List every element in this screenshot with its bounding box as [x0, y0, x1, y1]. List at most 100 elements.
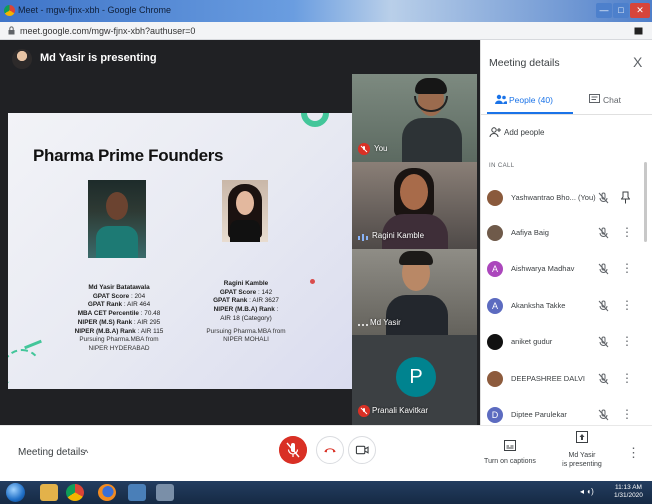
mic-off-icon[interactable] — [598, 192, 609, 204]
pursuing-text: Pursuing Pharma.MBA from — [79, 336, 159, 344]
list-item[interactable]: Yashwantrao Bho... (You) — [487, 188, 645, 212]
start-button[interactable] — [6, 483, 25, 502]
info-extra: AIR 18 (Category) — [220, 314, 272, 322]
people-icon — [495, 94, 507, 104]
more-options-icon[interactable]: ⋮ — [621, 299, 633, 313]
app-icon[interactable] — [128, 484, 146, 501]
founder-info-1: Md Yasir Batatawala GPAT Score : 204 GPA… — [60, 284, 178, 354]
tab-people[interactable]: People (40) — [495, 93, 565, 109]
window-title-bar: Meet - mgw-fjnx-xbh - Google Chrome — □ … — [0, 0, 652, 22]
participant-name: DEEPASHREE DALVI — [511, 374, 585, 383]
video-body — [386, 295, 448, 335]
chat-icon — [589, 94, 600, 103]
avatar — [487, 225, 503, 241]
avatar — [487, 334, 503, 350]
more-options-icon[interactable]: ⋮ — [621, 262, 633, 276]
address-bar[interactable]: meet.google.com/mgw-fjnx-xbh?authuser=0 — [0, 22, 652, 40]
founder-name: Ragini Kamble — [223, 280, 269, 287]
founder-photo-2 — [222, 180, 268, 242]
close-panel-button[interactable]: X — [633, 54, 642, 70]
section-heading: IN CALL — [489, 163, 515, 169]
more-options-icon[interactable]: ⋮ — [621, 335, 633, 349]
meeting-details-panel: Meeting details X People (40) Chat Add p… — [480, 40, 652, 425]
institute-text: NIPER HYDERABAD — [88, 344, 150, 352]
clock-date: 1/31/2020 — [614, 492, 643, 499]
list-item[interactable]: A Aishwarya Madhav ⋮ — [487, 259, 645, 283]
list-item[interactable]: aniket gudur ⋮ — [487, 332, 645, 356]
presenter-status: is presenting — [562, 461, 602, 468]
list-item[interactable]: Aafiya Baig ⋮ — [487, 223, 645, 247]
participant-tile-md-yasir[interactable]: Md Yasir — [352, 249, 477, 335]
clock[interactable]: 11:13 AM 1/31/2020 — [614, 484, 643, 500]
firefox-icon[interactable] — [98, 484, 116, 501]
meeting-details-button[interactable]: Meeting details — [18, 447, 85, 458]
mic-off-icon[interactable] — [598, 263, 609, 275]
institute-text: NIPER MOHALI — [223, 336, 269, 344]
decorative-circle — [301, 113, 329, 127]
app-icon[interactable] — [156, 484, 174, 501]
photo-face — [236, 191, 254, 215]
headset-shape — [414, 96, 448, 112]
hang-up-button[interactable] — [316, 436, 344, 464]
tab-chat[interactable]: Chat — [589, 93, 639, 109]
slide-title: Pharma Prime Founders — [33, 146, 224, 165]
mic-off-icon — [358, 143, 370, 155]
participant-tile-you[interactable]: You — [352, 74, 477, 162]
photo-suit — [230, 220, 260, 242]
participant-tile-ragini[interactable]: Ragini Kamble — [352, 162, 477, 249]
file-explorer-icon[interactable] — [40, 484, 58, 501]
tile-label: Md Yasir — [370, 318, 401, 327]
more-options-icon[interactable]: ⋮ — [621, 226, 633, 240]
mic-off-icon[interactable] — [598, 409, 609, 421]
info-label: GPAT Score — [219, 288, 257, 296]
tab-people-label: People (40) — [509, 95, 553, 105]
participant-name: Yashwantrao Bho... (You) — [511, 193, 596, 202]
info-value: : AIR 464 — [123, 301, 151, 309]
avatar — [487, 190, 503, 206]
info-label: NIPER (M.S) Rank — [77, 318, 133, 326]
info-value: : 204 — [130, 292, 146, 300]
minimize-button[interactable]: — — [596, 3, 612, 18]
captions-button[interactable]: Turn on captions — [480, 440, 540, 474]
microphone-toggle-button[interactable] — [279, 436, 307, 464]
list-item[interactable]: A Akanksha Takke ⋮ — [487, 296, 645, 320]
participant-name: Aafiya Baig — [511, 228, 549, 237]
founder-info-2: Ragini Kamble GPAT Score : 142 GPAT Rank… — [186, 280, 306, 345]
audio-level-icon — [358, 234, 368, 241]
mic-off-icon[interactable] — [598, 227, 609, 239]
list-item[interactable]: DEEPASHREE DALVI ⋮ — [487, 369, 645, 393]
presenter-button[interactable]: Md Yasir is presenting — [556, 431, 608, 475]
more-options-button[interactable]: ⋮ — [627, 445, 640, 460]
mic-off-icon[interactable] — [598, 300, 609, 312]
close-window-button[interactable]: ✕ — [630, 3, 650, 18]
present-icon — [576, 431, 588, 443]
chevron-up-icon[interactable]: ^ — [84, 448, 88, 458]
volume-icon[interactable]: ◂ ◖) — [580, 487, 594, 496]
info-value: : AIR 115 — [137, 327, 164, 335]
info-line: GPAT Score : 204 — [60, 293, 178, 302]
more-options-icon[interactable]: ⋮ — [621, 408, 633, 422]
maximize-button[interactable]: □ — [613, 3, 629, 18]
participant-tile-pranali[interactable]: P Pranali Kavitkar — [352, 335, 477, 425]
pin-icon[interactable] — [621, 191, 630, 204]
url-text[interactable]: meet.google.com/mgw-fjnx-xbh?authuser=0 — [20, 26, 195, 36]
more-options-icon[interactable]: ⋮ — [621, 372, 633, 386]
call-controls-bar: Meeting details ^ Turn on captions Md Ya… — [0, 425, 652, 481]
founder-photo-1 — [88, 180, 146, 258]
avatar: D — [487, 407, 503, 423]
video-head — [400, 174, 428, 210]
info-label: NIPER (M.B.A) Rank — [74, 327, 136, 335]
cast-icon[interactable] — [634, 27, 643, 35]
photo-shirt — [96, 226, 138, 258]
info-value: : 142 — [257, 288, 273, 296]
tile-label: Pranali Kavitkar — [372, 406, 429, 415]
info-label: NIPER (M.B.A) Rank — [213, 306, 275, 314]
chrome-icon[interactable] — [66, 484, 84, 501]
divider — [481, 114, 652, 115]
tab-chat-label: Chat — [603, 95, 621, 105]
info-line: MBA CET Percentile : 70.48 — [60, 310, 178, 319]
mic-off-icon[interactable] — [598, 373, 609, 385]
camera-toggle-button[interactable] — [348, 436, 376, 464]
founder-name: Md Yasir Batatawala — [88, 284, 150, 291]
mic-off-icon[interactable] — [598, 336, 609, 348]
